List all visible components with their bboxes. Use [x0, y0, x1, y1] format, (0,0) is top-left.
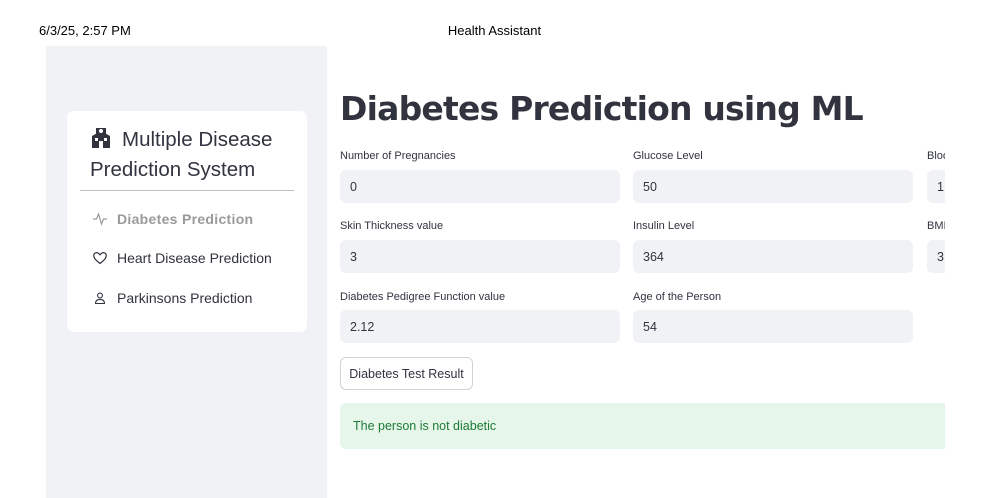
menu-item-label: Parkinsons Prediction: [117, 290, 253, 306]
blood-pressure-input[interactable]: [927, 170, 945, 203]
pregnancies-label: Number of Pregnancies: [340, 150, 456, 162]
result-text: The person is not diabetic: [353, 419, 497, 433]
menu-title-text: Multiple Disease Prediction System: [90, 128, 273, 181]
menu-item-label: Diabetes Prediction: [117, 211, 254, 227]
diabetes-test-result-button[interactable]: Diabetes Test Result: [340, 357, 473, 390]
menu-item-label: Heart Disease Prediction: [117, 250, 272, 266]
age-input[interactable]: [633, 310, 913, 343]
hospital-icon: [90, 127, 112, 148]
skin-thickness-input[interactable]: [340, 240, 620, 273]
main-content: Diabetes Prediction using ML Number of P…: [327, 46, 945, 498]
pedigree-label: Diabetes Pedigree Function value: [340, 291, 506, 303]
menu-item-heart-disease-prediction[interactable]: Heart Disease Prediction: [80, 243, 294, 273]
activity-icon: [93, 212, 107, 226]
pregnancies-input[interactable]: [340, 170, 620, 203]
insulin-input[interactable]: [633, 240, 913, 273]
pedigree-input[interactable]: [340, 310, 620, 343]
menu-divider: [80, 190, 294, 191]
age-label: Age of the Person: [633, 291, 722, 303]
bmi-label: BMI value: [927, 220, 945, 232]
print-header: 6/3/25, 2:57 PM Health Assistant: [0, 0, 989, 46]
result-alert: The person is not diabetic: [340, 403, 945, 449]
bmi-input[interactable]: [927, 240, 945, 273]
page-title: Diabetes Prediction using ML: [340, 89, 864, 128]
blood-pressure-label: Blood Pressure value: [927, 150, 945, 162]
glucose-label: Glucose Level: [633, 150, 703, 162]
person-icon: [93, 291, 107, 305]
option-menu: Multiple Disease Prediction System Diabe…: [67, 111, 307, 332]
glucose-input[interactable]: [633, 170, 913, 203]
print-page-title: Health Assistant: [447, 23, 542, 38]
heart-icon: [93, 251, 107, 265]
insulin-label: Insulin Level: [633, 220, 695, 232]
menu-item-diabetes-prediction[interactable]: Diabetes Prediction: [80, 204, 294, 234]
menu-item-parkinsons-prediction[interactable]: Parkinsons Prediction: [80, 283, 294, 313]
sidebar: Multiple Disease Prediction System Diabe…: [46, 46, 327, 498]
skin-thickness-label: Skin Thickness value: [340, 220, 444, 232]
menu-title: Multiple Disease Prediction System: [90, 125, 295, 185]
